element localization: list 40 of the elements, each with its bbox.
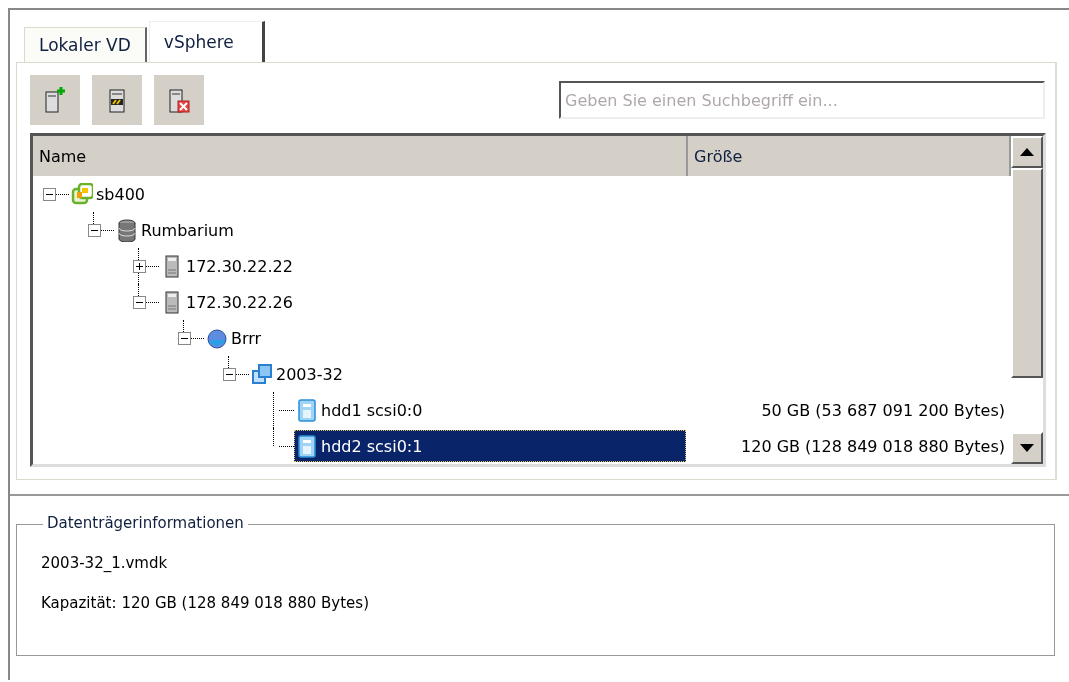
sphere-icon: [206, 326, 228, 350]
file-name: 2003-32_1.vmdk: [41, 553, 169, 574]
down-arrow-icon: [1020, 444, 1034, 452]
capacity-label: Kapazität:: [41, 594, 117, 612]
tree-item[interactable]: hdd2 scsi0:1: [294, 430, 686, 462]
tree-item[interactable]: 172.30.22.26: [159, 286, 297, 318]
collapse-toggle[interactable]: [88, 223, 101, 237]
tree-item[interactable]: 172.30.22.22: [159, 250, 297, 282]
server-cross-icon: [167, 86, 191, 114]
scrollbar[interactable]: [1011, 136, 1043, 464]
tree-item[interactable]: Brrr: [204, 322, 266, 354]
collapse-toggle[interactable]: [133, 295, 146, 309]
tree-item[interactable]: sb400: [69, 178, 150, 210]
vcenter-icon: [71, 182, 93, 206]
search-field[interactable]: Geben Sie einen Suchbegriff ein...: [559, 81, 1045, 119]
up-arrow-icon: [1020, 148, 1034, 156]
tree-item[interactable]: Rumbarium: [114, 214, 238, 246]
capacity-value: 120 GB (128 849 018 880 Bytes): [121, 594, 369, 612]
server-plus-icon: [43, 86, 67, 114]
column-header[interactable]: Name: [33, 136, 688, 176]
remove-disk-button[interactable]: [154, 75, 204, 125]
collapse-toggle[interactable]: [223, 367, 236, 381]
edit-disk-button[interactable]: [92, 75, 142, 125]
add-disk-button[interactable]: [30, 75, 80, 125]
scroll-thumb[interactable]: [1011, 168, 1043, 378]
tab[interactable]: Lokaler VD: [24, 27, 147, 62]
size-cell: 50 GB (53 687 091 200 Bytes): [761, 400, 1005, 420]
tree-item[interactable]: hdd1 scsi0:0: [294, 394, 427, 426]
group-title: Datenträgerinformationen: [43, 514, 248, 532]
tab[interactable]: vSphere: [148, 21, 265, 62]
size-cell: 120 GB (128 849 018 880 Bytes): [741, 436, 1005, 456]
collapse-toggle[interactable]: [43, 187, 56, 201]
scroll-up-button[interactable]: [1011, 136, 1043, 168]
plus-icon: [135, 261, 144, 271]
tree-item[interactable]: 2003-32: [249, 358, 347, 390]
scroll-down-button[interactable]: [1011, 432, 1043, 464]
vm-icon: [251, 362, 273, 386]
collapse-toggle[interactable]: [178, 331, 191, 345]
expand-toggle[interactable]: [133, 259, 146, 273]
database-icon: [116, 218, 138, 242]
